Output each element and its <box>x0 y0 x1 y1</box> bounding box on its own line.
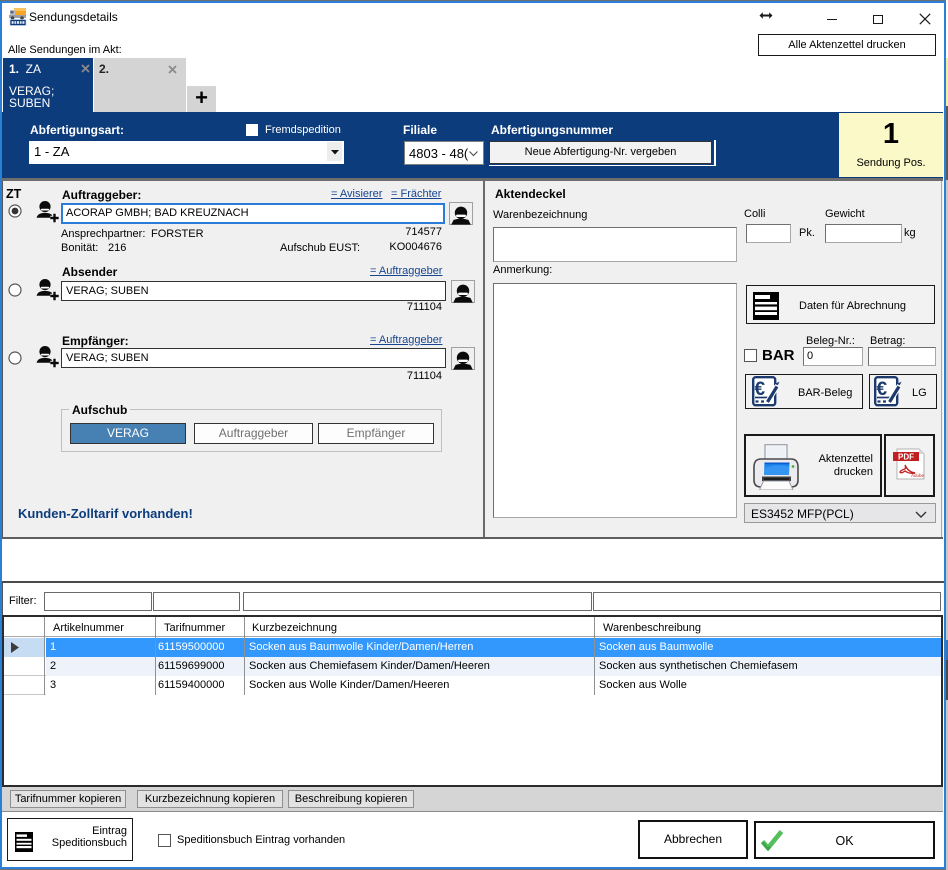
svg-text:PDF: PDF <box>898 453 914 462</box>
svg-text:Adobe: Adobe <box>911 473 925 478</box>
